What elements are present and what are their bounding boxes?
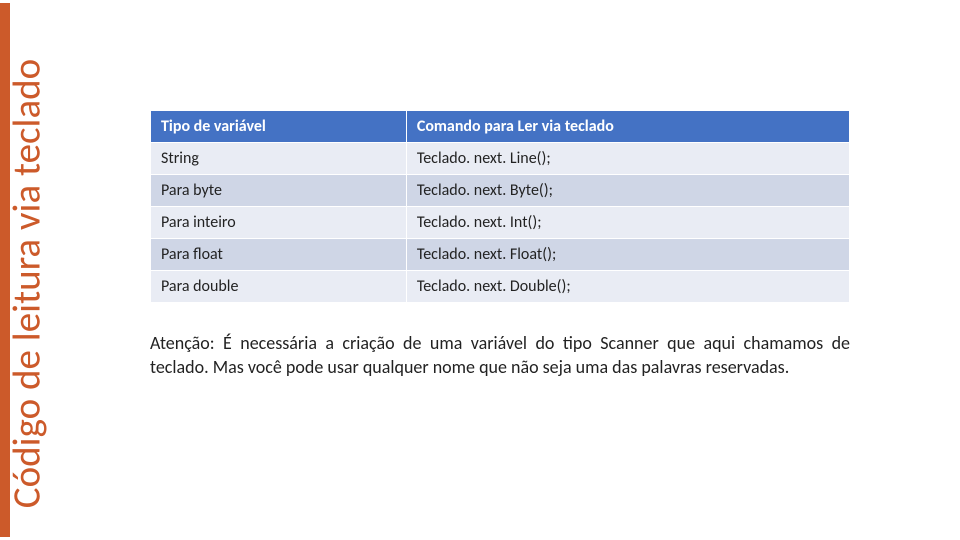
table-row: String Teclado. next. Line();	[151, 143, 850, 175]
cell-cmd: Teclado. next. Int();	[406, 207, 849, 239]
table-row: Para double Teclado. next. Double();	[151, 271, 850, 303]
keyboard-read-table: Tipo de variável Comando para Ler via te…	[150, 110, 850, 303]
table-row: Para inteiro Teclado. next. Int();	[151, 207, 850, 239]
attention-note: Atenção: É necessária a criação de uma v…	[150, 331, 850, 380]
cell-type: String	[151, 143, 407, 175]
cell-cmd: Teclado. next. Line();	[406, 143, 849, 175]
cell-type: Para float	[151, 239, 407, 271]
table-row: Para float Teclado. next. Float();	[151, 239, 850, 271]
table-header-type: Tipo de variável	[151, 111, 407, 143]
cell-cmd: Teclado. next. Byte();	[406, 175, 849, 207]
cell-cmd: Teclado. next. Double();	[406, 271, 849, 303]
cell-type: Para double	[151, 271, 407, 303]
cell-type: Para inteiro	[151, 207, 407, 239]
content-area: Tipo de variável Comando para Ler via te…	[150, 110, 850, 398]
cell-cmd: Teclado. next. Float();	[406, 239, 849, 271]
table-row: Para byte Teclado. next. Byte();	[151, 175, 850, 207]
table-header-command: Comando para Ler via teclado	[406, 111, 849, 143]
page-title: Código de leitura via teclado	[4, 17, 51, 540]
cell-type: Para byte	[151, 175, 407, 207]
